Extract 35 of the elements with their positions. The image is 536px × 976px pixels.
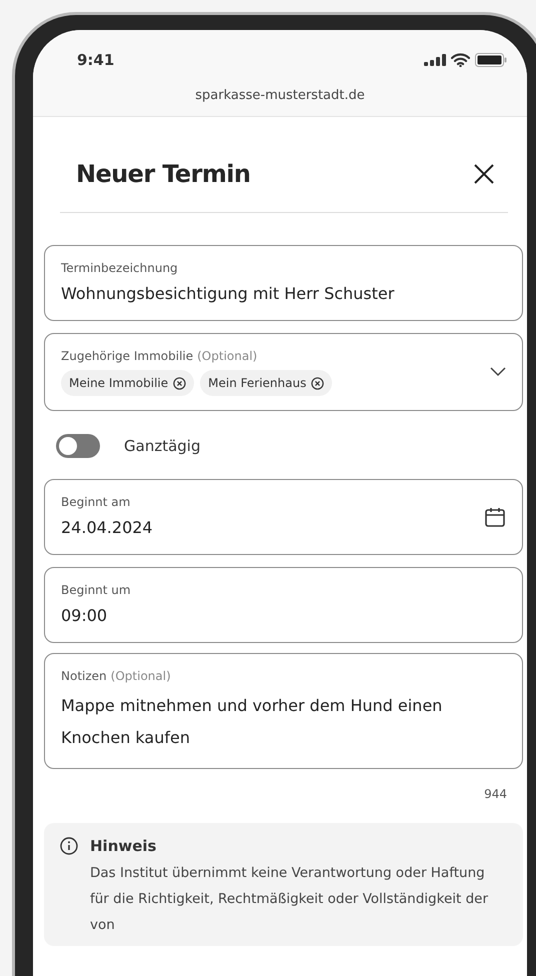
status-time: 9:41 (77, 50, 114, 71)
input-field[interactable]: Zugehörige Immobilie (Optional) Meine Immobilie Mein Ferienhaus (44, 333, 523, 411)
toggle-label: Ganztägig (124, 436, 200, 457)
field-label: Terminbezeichnung (61, 260, 178, 276)
optional-hint: (Optional) (110, 668, 171, 684)
toggle-switch[interactable] (56, 434, 100, 458)
remove-icon[interactable] (173, 376, 186, 390)
field-label: Zugehörige Immobilie (61, 348, 194, 364)
input-field[interactable]: Beginnt um 09:00 (44, 567, 523, 643)
dialog-title: Neuer Termin (76, 159, 250, 190)
wifi-icon (451, 53, 470, 68)
field-value: 24.04.2024 (61, 517, 154, 539)
tag-chip[interactable]: Meine Immobilie (61, 370, 194, 396)
url-text[interactable]: sparkasse-musterstadt.de (195, 86, 365, 105)
optional-hint: (Optional) (197, 348, 258, 364)
chevron-down-icon[interactable] (490, 367, 506, 377)
character-counter: 944 (484, 786, 507, 803)
remove-icon[interactable] (311, 376, 324, 390)
field-value: Mappe mitnehmen und vorher dem Hund einen Knochen kaufen (61, 695, 444, 749)
input-field[interactable]: Beginnt am 24.04.2024 (44, 479, 523, 555)
calendar-icon[interactable] (484, 506, 506, 528)
field-label: Beginnt am (61, 494, 130, 510)
field-value: Wohnungsbesichtigung mit Herr Schuster (61, 283, 396, 305)
tag-chip[interactable]: Mein Ferienhaus (200, 370, 332, 396)
field-label: Notizen (61, 668, 107, 684)
notice-title: Hinweis (90, 836, 158, 857)
field-value: 09:00 (61, 605, 108, 627)
close-icon[interactable] (472, 162, 496, 186)
info-icon (60, 837, 78, 855)
battery-icon (475, 53, 507, 68)
input-field[interactable]: Terminbezeichnung Wohnungsbesichtigung mit Herr Schuster (44, 245, 523, 321)
notice-text: Das Institut übernimmt keine Verantwortung oder Haftung für die Richtigkeit, Rechtmäßigkeit oder Vollständigkeit der von (90, 864, 490, 934)
signal-icon (424, 54, 446, 66)
input-field[interactable]: Notizen (Optional) Mappe mitnehmen und vorher dem Hund einen Knochen kaufen (44, 653, 523, 769)
field-label: Beginnt um (61, 582, 131, 598)
